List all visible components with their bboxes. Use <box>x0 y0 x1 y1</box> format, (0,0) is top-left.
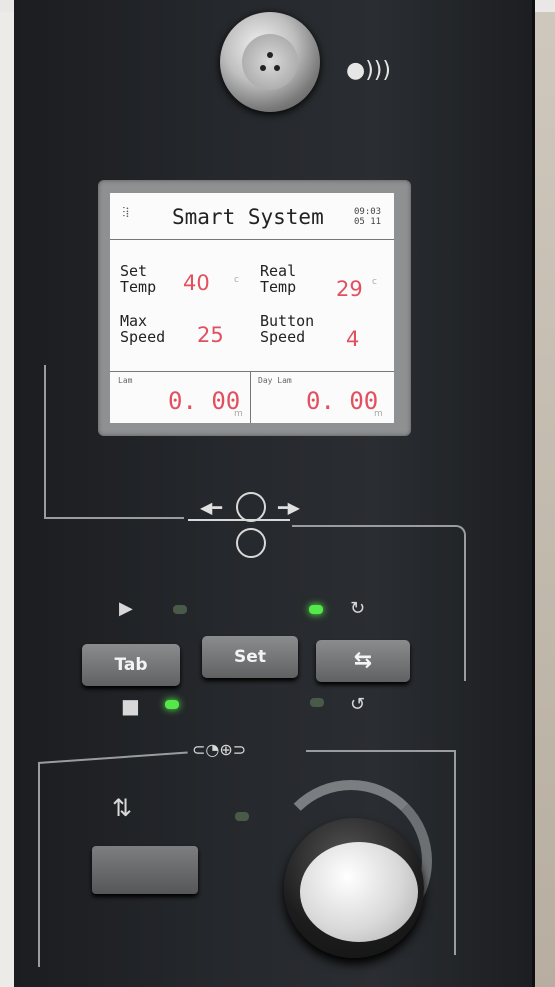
buzzer <box>220 12 320 112</box>
day-lam-label: Day Lam <box>258 376 292 385</box>
clock: 09:03 05 11 <box>354 207 381 227</box>
led-run <box>173 605 187 614</box>
clock-date: 05 11 <box>354 217 382 227</box>
roller-line <box>188 519 290 521</box>
buzzer-hole <box>260 65 266 71</box>
lam-value: 0. 00 <box>168 387 241 415</box>
screen-title: Smart System <box>172 205 324 229</box>
tab-button[interactable]: Tab <box>82 644 180 686</box>
lam-label: Lam <box>118 376 133 385</box>
arrow-right-icon: ━▶ <box>278 498 300 517</box>
buzzer-hole <box>267 52 273 58</box>
led-stop <box>165 700 179 709</box>
rotate-cw-icon: ↻ <box>350 598 366 619</box>
real-temp-label: Real Temp <box>260 262 297 296</box>
screen-divider-vertical <box>250 371 251 423</box>
roller-icon <box>236 492 266 522</box>
max-speed-value: 25 <box>197 323 224 347</box>
set-temp-unit: c <box>234 275 239 285</box>
day-lam-unit: m <box>374 409 383 419</box>
button-speed-value: 4 <box>346 327 360 351</box>
clock-time: 09:03 <box>354 207 382 217</box>
speed-knob-cap[interactable] <box>300 842 418 942</box>
frame-line <box>306 750 456 752</box>
set-button[interactable]: Set <box>202 636 298 678</box>
screen-header: ⫶⁞ Smart System 09:03 05 11 <box>110 193 394 240</box>
stop-icon: ■ <box>121 694 140 718</box>
real-temp-unit: c <box>372 277 377 287</box>
led-rotate-ccw <box>310 698 324 707</box>
lcd-screen: ⫶⁞ Smart System 09:03 05 11 Set Temp 40 c… <box>110 193 394 423</box>
speaker-wave-icon: ●))) <box>346 58 391 83</box>
day-lam-value: 0. 00 <box>306 387 379 415</box>
lam-unit: m <box>234 409 243 419</box>
reverse-button[interactable]: ⇆ <box>316 640 410 682</box>
speed-adjust-icon: ⊂◔⊕⊃ <box>192 740 247 759</box>
buzzer-hole <box>274 65 280 71</box>
set-temp-value: 40 <box>183 271 210 295</box>
frame-line <box>292 525 452 527</box>
screen-divider <box>110 371 394 372</box>
led-rotate-cw <box>309 605 323 614</box>
frame-line <box>44 517 184 519</box>
feed-button[interactable] <box>92 846 198 894</box>
button-speed-label: Button Speed <box>260 312 315 346</box>
rotate-ccw-icon: ↺ <box>350 694 366 715</box>
led-knob <box>235 812 249 821</box>
roller-icon <box>236 528 266 558</box>
buzzer-grille <box>242 34 298 90</box>
thermometer-icon: ⫶⁞ <box>122 205 130 221</box>
frame-line <box>454 750 456 955</box>
play-icon: ▶ <box>119 598 133 619</box>
real-temp-value: 29 <box>336 277 363 301</box>
arrow-left-icon: ◀━ <box>200 498 222 517</box>
frame-line <box>38 762 40 967</box>
reverse-icon: ⇅ <box>112 794 133 822</box>
frame-line <box>44 365 46 517</box>
max-speed-label: Max Speed <box>120 312 166 346</box>
frame-line <box>464 537 466 681</box>
set-temp-label: Set Temp <box>120 262 157 296</box>
